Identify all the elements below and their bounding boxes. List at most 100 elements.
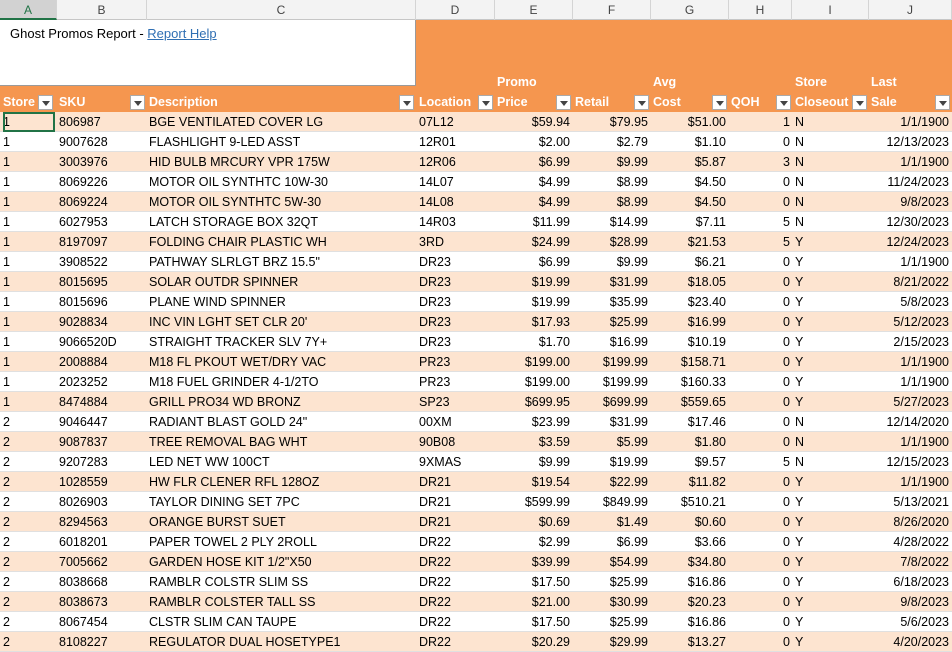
cell-promo-price[interactable]: $17.50 [495, 612, 570, 632]
cell-store[interactable]: 1 [3, 392, 55, 412]
cell-store[interactable]: 2 [3, 532, 55, 552]
cell-store[interactable]: 1 [3, 232, 55, 252]
cell-last-sale[interactable]: 6/18/2023 [869, 572, 949, 592]
cell-closeout[interactable]: Y [795, 292, 865, 312]
cell-avg-cost[interactable]: $158.71 [651, 352, 726, 372]
cell-retail[interactable]: $35.99 [573, 292, 648, 312]
cell-sku[interactable]: 8069226 [59, 172, 145, 192]
cell-closeout[interactable]: Y [795, 332, 865, 352]
cell-promo-price[interactable]: $23.99 [495, 412, 570, 432]
cell-description[interactable]: INC VIN LGHT SET CLR 20' [149, 312, 414, 332]
cell-description[interactable]: GARDEN HOSE KIT 1/2"X50 [149, 552, 414, 572]
cell-description[interactable]: STRAIGHT TRACKER SLV 7Y+ [149, 332, 414, 352]
cell-store[interactable]: 2 [3, 572, 55, 592]
cell-avg-cost[interactable]: $16.86 [651, 572, 726, 592]
cell-last-sale[interactable]: 5/8/2023 [869, 292, 949, 312]
cell-description[interactable]: SOLAR OUTDR SPINNER [149, 272, 414, 292]
cell-sku[interactable]: 806987 [59, 112, 145, 132]
cell-retail[interactable]: $14.99 [573, 212, 648, 232]
cell-store[interactable]: 1 [3, 332, 55, 352]
cell-location[interactable]: PR23 [419, 352, 493, 372]
cell-sku[interactable]: 8294563 [59, 512, 145, 532]
cell-retail[interactable]: $199.99 [573, 352, 648, 372]
cell-sku[interactable]: 9028834 [59, 312, 145, 332]
cell-store[interactable]: 2 [3, 592, 55, 612]
cell-promo-price[interactable]: $11.99 [495, 212, 570, 232]
cell-avg-cost[interactable]: $16.99 [651, 312, 726, 332]
cell-avg-cost[interactable]: $5.87 [651, 152, 726, 172]
cell-location[interactable]: DR23 [419, 252, 493, 272]
column-header-i[interactable]: I [792, 0, 869, 20]
cell-last-sale[interactable]: 5/27/2023 [869, 392, 949, 412]
cell-promo-price[interactable]: $59.94 [495, 112, 570, 132]
cell-store[interactable]: 1 [3, 252, 55, 272]
cell-last-sale[interactable]: 5/6/2023 [869, 612, 949, 632]
cell-store[interactable]: 1 [3, 212, 55, 232]
cell-last-sale[interactable]: 11/24/2023 [869, 172, 949, 192]
cell-store[interactable]: 1 [3, 172, 55, 192]
cell-closeout[interactable]: Y [795, 392, 865, 412]
cell-closeout[interactable]: Y [795, 352, 865, 372]
cell-promo-price[interactable]: $199.00 [495, 352, 570, 372]
cell-location[interactable]: 07L12 [419, 112, 493, 132]
cell-qoh[interactable]: 5 [729, 452, 790, 472]
cell-store[interactable]: 2 [3, 472, 55, 492]
cell-qoh[interactable]: 0 [729, 412, 790, 432]
cell-qoh[interactable]: 0 [729, 572, 790, 592]
cell-location[interactable]: DR22 [419, 612, 493, 632]
cell-promo-price[interactable]: $17.50 [495, 572, 570, 592]
cell-promo-price[interactable]: $19.99 [495, 272, 570, 292]
cell-last-sale[interactable]: 4/28/2022 [869, 532, 949, 552]
cell-store[interactable]: 2 [3, 512, 55, 532]
cell-description[interactable]: ORANGE BURST SUET [149, 512, 414, 532]
cell-description[interactable]: MOTOR OIL SYNTHTC 10W-30 [149, 172, 414, 192]
cell-description[interactable]: PATHWAY SLRLGT BRZ 15.5" [149, 252, 414, 272]
cell-retail[interactable]: $699.99 [573, 392, 648, 412]
cell-qoh[interactable]: 0 [729, 252, 790, 272]
cell-sku[interactable]: 9207283 [59, 452, 145, 472]
cell-retail[interactable]: $25.99 [573, 612, 648, 632]
cell-qoh[interactable]: 0 [729, 592, 790, 612]
report-help-link[interactable]: Report Help [147, 26, 216, 41]
cell-avg-cost[interactable]: $23.40 [651, 292, 726, 312]
cell-store[interactable]: 2 [3, 432, 55, 452]
cell-closeout[interactable]: Y [795, 512, 865, 532]
cell-sku[interactable]: 3908522 [59, 252, 145, 272]
cell-location[interactable]: DR22 [419, 572, 493, 592]
cell-description[interactable]: TAYLOR DINING SET 7PC [149, 492, 414, 512]
cell-description[interactable]: GRILL PRO34 WD BRONZ [149, 392, 414, 412]
cell-avg-cost[interactable]: $1.10 [651, 132, 726, 152]
cell-qoh[interactable]: 0 [729, 272, 790, 292]
cell-retail[interactable]: $199.99 [573, 372, 648, 392]
cell-avg-cost[interactable]: $11.82 [651, 472, 726, 492]
cell-description[interactable]: REGULATOR DUAL HOSETYPE1 [149, 632, 414, 652]
cell-sku[interactable]: 8108227 [59, 632, 145, 652]
cell-promo-price[interactable]: $2.99 [495, 532, 570, 552]
cell-avg-cost[interactable]: $7.11 [651, 212, 726, 232]
cell-location[interactable]: DR23 [419, 292, 493, 312]
cell-qoh[interactable]: 0 [729, 552, 790, 572]
cell-qoh[interactable]: 0 [729, 472, 790, 492]
filter-sku-button[interactable] [130, 95, 145, 110]
cell-last-sale[interactable]: 1/1/1900 [869, 112, 949, 132]
cell-avg-cost[interactable]: $510.21 [651, 492, 726, 512]
cell-qoh[interactable]: 5 [729, 232, 790, 252]
cell-closeout[interactable]: Y [795, 532, 865, 552]
filter-retail-button[interactable] [634, 95, 649, 110]
cell-location[interactable]: 3RD [419, 232, 493, 252]
column-header-b[interactable]: B [57, 0, 147, 20]
cell-location[interactable]: DR21 [419, 492, 493, 512]
cell-qoh[interactable]: 5 [729, 212, 790, 232]
cell-qoh[interactable]: 0 [729, 612, 790, 632]
cell-last-sale[interactable]: 9/8/2023 [869, 592, 949, 612]
cell-retail[interactable]: $5.99 [573, 432, 648, 452]
cell-description[interactable]: CLSTR SLIM CAN TAUPE [149, 612, 414, 632]
column-header-c[interactable]: C [147, 0, 416, 20]
cell-retail[interactable]: $2.79 [573, 132, 648, 152]
cell-location[interactable]: 12R06 [419, 152, 493, 172]
cell-sku[interactable]: 2008884 [59, 352, 145, 372]
cell-retail[interactable]: $54.99 [573, 552, 648, 572]
cell-avg-cost[interactable]: $3.66 [651, 532, 726, 552]
cell-retail[interactable]: $8.99 [573, 172, 648, 192]
cell-closeout[interactable]: N [795, 432, 865, 452]
